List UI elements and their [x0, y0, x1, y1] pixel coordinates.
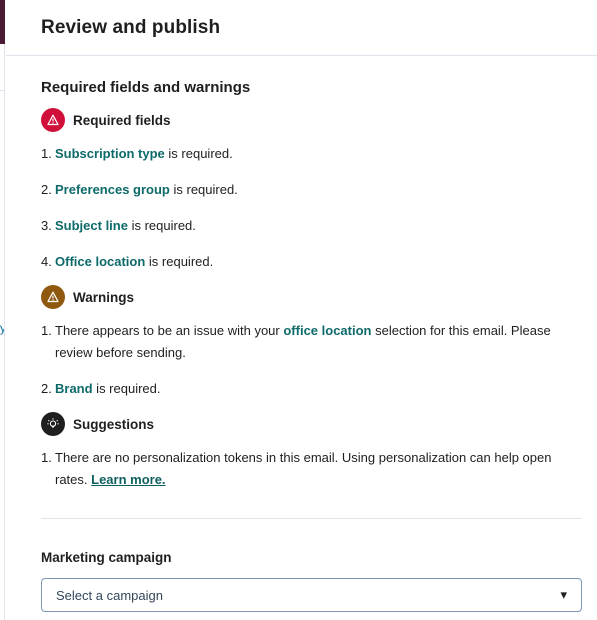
list-item: 2. Brand is required.	[41, 378, 582, 400]
list-item: 2. Preferences group is required.	[41, 179, 582, 201]
background-divider	[0, 90, 5, 91]
background-accent-bar	[0, 0, 5, 44]
list-item: 1. There appears to be an issue with your…	[41, 320, 582, 364]
panel-title: Review and publish	[41, 16, 221, 38]
marketing-campaign-select[interactable]: Select a campaign ▾	[41, 578, 582, 612]
preferences-group-link[interactable]: Preferences group	[55, 182, 170, 197]
campaign-select-placeholder: Select a campaign	[56, 587, 163, 603]
item-number: 3.	[41, 218, 52, 233]
warning-triangle-icon	[41, 285, 65, 309]
background-page-edge: ye	[0, 0, 5, 620]
suggestions-list: 1. There are no personalization tokens in…	[41, 447, 582, 491]
item-text: is required.	[145, 254, 214, 269]
required-fields-title: Required fields	[73, 112, 171, 128]
panel-content: Required fields and warnings Required fi…	[6, 79, 597, 612]
panel-header: Review and publish	[6, 0, 597, 56]
item-number: 1.	[41, 323, 52, 338]
list-item: 3. Subject line is required.	[41, 215, 582, 237]
office-location-link[interactable]: office location	[283, 323, 371, 338]
warnings-list: 1. There appears to be an issue with your…	[41, 320, 582, 400]
item-number: 2.	[41, 182, 52, 197]
review-publish-panel: Review and publish Required fields and w…	[6, 0, 597, 620]
list-item: 1. Subscription type is required.	[41, 143, 582, 165]
warning-triangle-icon	[41, 108, 65, 132]
chevron-down-icon: ▾	[560, 587, 567, 602]
item-number: 4.	[41, 254, 52, 269]
suggestions-title: Suggestions	[73, 416, 155, 432]
item-text: is required.	[164, 146, 233, 161]
item-number: 2.	[41, 381, 52, 396]
item-number: 1.	[41, 146, 52, 161]
warnings-header: Warnings	[41, 284, 582, 310]
required-fields-list: 1. Subscription type is required. 2. Prefe…	[41, 143, 582, 273]
subscription-type-link[interactable]: Subscription type	[55, 146, 165, 161]
list-item: 4. Office location is required.	[41, 251, 582, 273]
section-title: Required fields and warnings	[41, 79, 251, 96]
warnings-title: Warnings	[73, 289, 135, 305]
learn-more-link[interactable]: Learn more.	[91, 472, 165, 487]
item-text: is required.	[169, 182, 238, 197]
section-divider	[41, 518, 582, 519]
lightbulb-icon	[41, 412, 65, 436]
list-item: 1. There are no personalization tokens in…	[41, 447, 582, 491]
background-link[interactable]: ye	[0, 321, 4, 351]
brand-link[interactable]: Brand	[55, 381, 93, 396]
item-text: is required.	[127, 218, 196, 233]
required-fields-header: Required fields	[41, 107, 582, 133]
suggestions-header: Suggestions	[41, 411, 582, 437]
item-number: 1.	[41, 450, 52, 465]
marketing-campaign-label: Marketing campaign	[41, 550, 172, 565]
office-location-link[interactable]: Office location	[55, 254, 145, 269]
subject-line-link[interactable]: Subject line	[55, 218, 128, 233]
item-text: is required.	[92, 381, 161, 396]
item-text: There appears to be an issue with your	[55, 323, 284, 338]
